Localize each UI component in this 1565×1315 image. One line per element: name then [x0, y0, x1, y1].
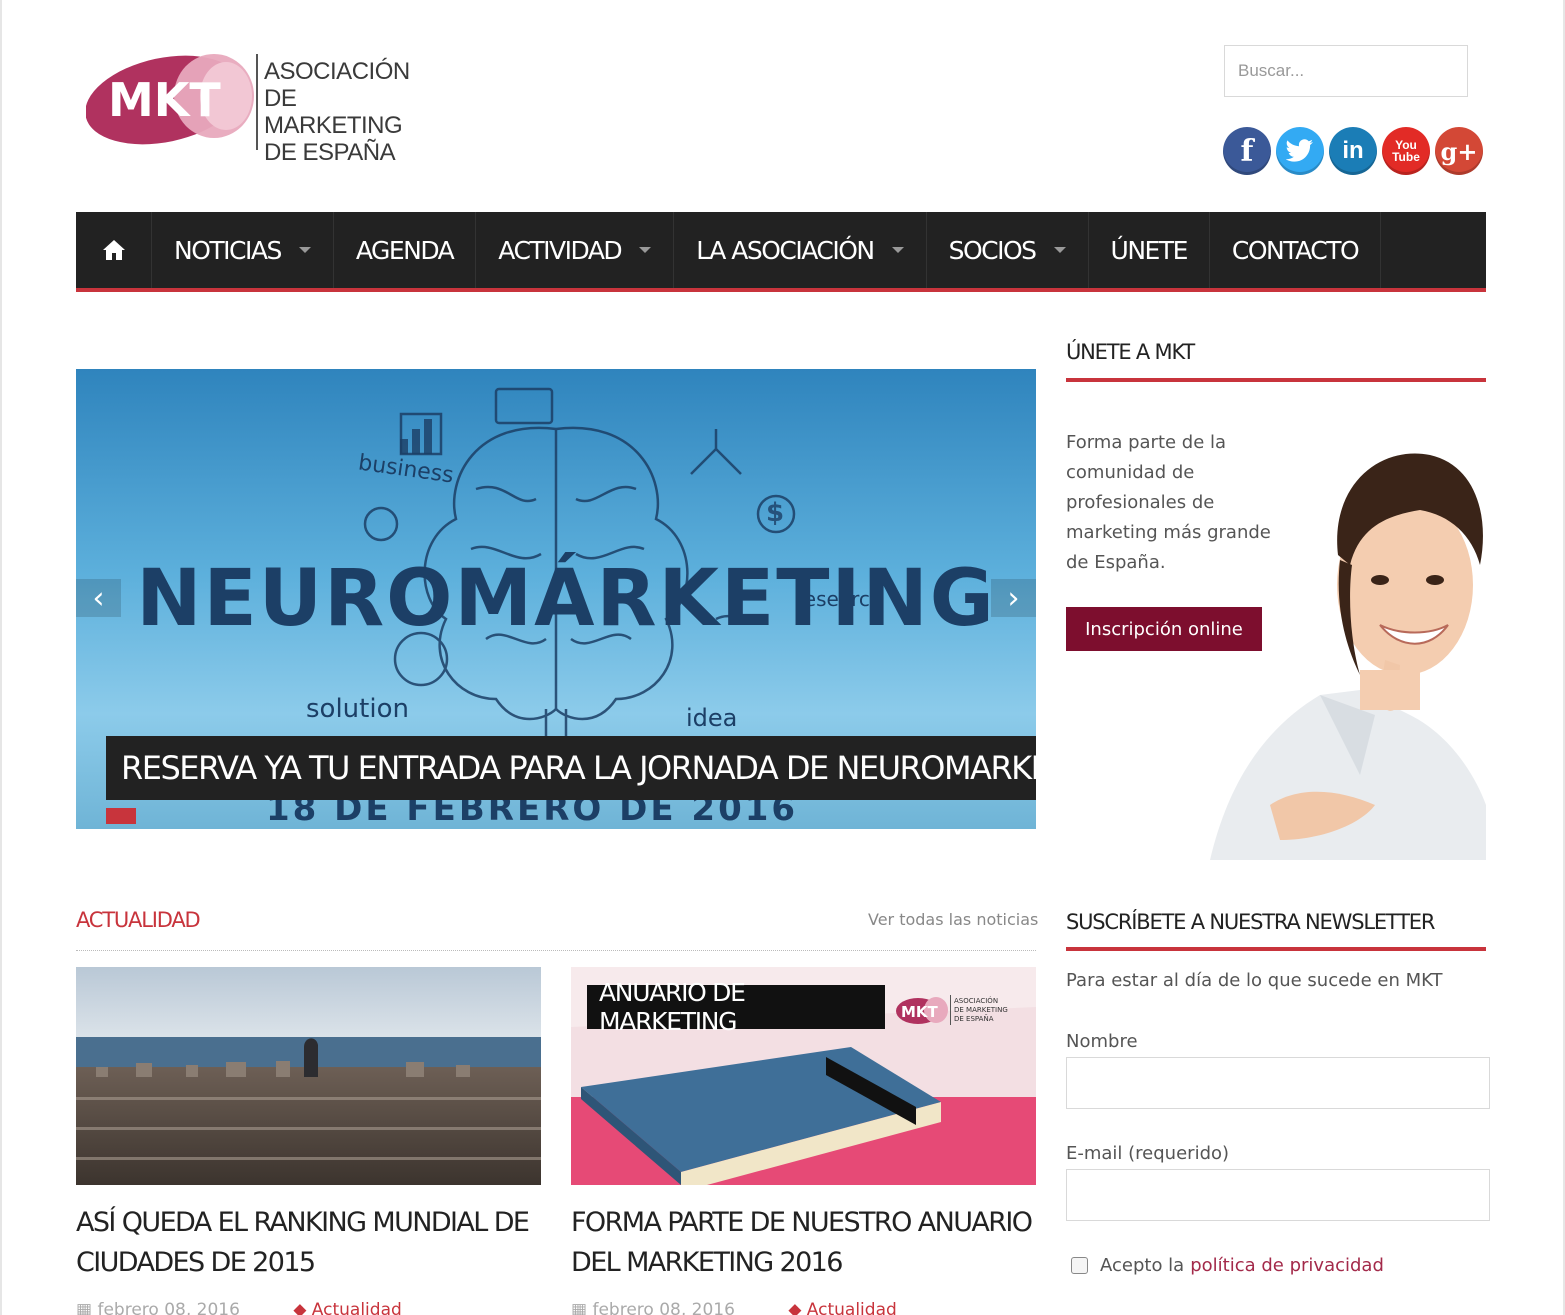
nav-item-unete[interactable]: ÚNETE: [1089, 212, 1210, 288]
search-input[interactable]: [1224, 45, 1468, 97]
email-field-label: E-mail (requerido): [1066, 1143, 1230, 1164]
google-plus-icon[interactable]: g+: [1435, 127, 1483, 175]
nav-item-socios[interactable]: SOCIOS: [927, 212, 1089, 288]
join-widget-title: ÚNETE A MKT: [1066, 340, 1195, 364]
chevron-down-icon: [639, 247, 652, 253]
nav-item-la-asociacion[interactable]: LA ASOCIACIÓN: [674, 212, 927, 288]
page-border-left: [0, 0, 2, 1315]
see-all-news-link[interactable]: Ver todas las noticias: [868, 910, 1038, 929]
consent-text: Acepto la: [1100, 1255, 1185, 1276]
news-card-1-category[interactable]: ◆ Actualidad: [293, 1300, 401, 1315]
name-field-label: Nombre: [1066, 1031, 1138, 1052]
news-card-2-date: febrero 08, 2016: [592, 1300, 735, 1315]
slider-headline-word: NEUROMÁRKETING: [136, 554, 996, 644]
social-links: f in You Tube g+: [1223, 127, 1483, 175]
site-logo[interactable]: MKT ASOCIACIÓN DE MARKETING DE ESPAÑA: [85, 50, 431, 166]
news-card-1-meta: ▦ febrero 08, 2016 ◆ Actualidad: [76, 1300, 402, 1315]
chevron-left-icon[interactable]: ‹: [76, 579, 121, 617]
news-card-2-image[interactable]: ANUARIO DE MARKETING MKT ASOCIACIÓN DE M…: [571, 967, 1036, 1185]
join-widget-rule: [1066, 378, 1486, 382]
nav-item-noticias[interactable]: NOTICIAS: [152, 212, 334, 288]
news-card-2-meta: ▦ febrero 08, 2016 ◆ Actualidad: [571, 1300, 897, 1315]
chevron-down-icon: [1053, 247, 1066, 253]
main-nav: NOTICIAS AGENDA ACTIVIDAD LA ASOCIACIÓN …: [76, 212, 1486, 292]
news-card-1-date: febrero 08, 2016: [97, 1300, 240, 1315]
calendar-icon: ▦: [76, 1300, 93, 1315]
tag-icon: ◆: [788, 1300, 807, 1315]
svg-text:DE ESPAÑA: DE ESPAÑA: [954, 1014, 994, 1023]
online-signup-button[interactable]: Inscripción online: [1066, 607, 1262, 651]
calendar-icon: ▦: [571, 1300, 588, 1315]
svg-text:ASOCIACIÓN: ASOCIACIÓN: [954, 996, 998, 1005]
linkedin-icon[interactable]: in: [1329, 127, 1377, 175]
logo-line-3: DE ESPAÑA: [264, 139, 396, 166]
logo-separator: [256, 54, 258, 150]
twitter-bird-glyph: [1286, 139, 1313, 162]
privacy-checkbox[interactable]: [1071, 1257, 1088, 1274]
svg-text:MKT: MKT: [108, 73, 221, 127]
tag-icon: ◆: [293, 1300, 312, 1315]
logo-line-1: ASOCIACIÓN: [264, 58, 410, 85]
twitter-icon[interactable]: [1276, 127, 1324, 175]
slider-pagination-dot[interactable]: [106, 808, 136, 824]
mkt-logo-mark: MKT: [85, 54, 254, 145]
privacy-policy-link[interactable]: política de privacidad: [1190, 1255, 1384, 1276]
anuario-banner: ANUARIO DE MARKETING: [587, 978, 885, 1036]
svg-text:MKT: MKT: [901, 1003, 939, 1021]
slider-label-idea: idea: [686, 704, 738, 732]
chevron-right-icon[interactable]: ›: [991, 579, 1036, 617]
name-field[interactable]: [1066, 1057, 1490, 1109]
logo-line-2: DE MARKETING: [264, 85, 403, 139]
slider-label-solution: solution: [306, 694, 409, 724]
news-card-1-image[interactable]: [76, 967, 541, 1185]
news-card-1-title[interactable]: ASÍ QUEDA EL RANKING MUNDIAL DE CIUDADES…: [76, 1203, 541, 1283]
chevron-down-icon: [298, 247, 311, 253]
chevron-down-icon: [891, 247, 904, 253]
city-skyline-image: [76, 967, 541, 1185]
news-section-title: ACTUALIDAD: [76, 908, 201, 932]
newsletter-intro: Para estar al día de lo que sucede en MK…: [1066, 970, 1443, 991]
logo-text: ASOCIACIÓN DE MARKETING DE ESPAÑA: [264, 58, 431, 166]
facebook-icon[interactable]: f: [1223, 127, 1271, 175]
hero-slider[interactable]: $ business solution idea research NEUROM…: [76, 369, 1036, 829]
nav-item-agenda[interactable]: AGENDA: [334, 212, 477, 288]
nav-item-contacto[interactable]: CONTACTO: [1210, 212, 1382, 288]
home-icon: [102, 240, 125, 260]
newsletter-widget-title: SUSCRÍBETE A NUESTRA NEWSLETTER: [1066, 910, 1435, 934]
nav-home[interactable]: [76, 212, 152, 288]
news-card-2-title[interactable]: FORMA PARTE DE NUESTRO ANUARIO DEL MARKE…: [571, 1203, 1036, 1283]
email-field[interactable]: [1066, 1169, 1490, 1221]
smiling-woman-image: [1210, 453, 1486, 860]
news-section-rule: [76, 950, 1036, 951]
youtube-icon[interactable]: You Tube: [1382, 127, 1430, 175]
svg-text:$: $: [766, 498, 784, 528]
svg-text:DE MARKETING: DE MARKETING: [954, 1006, 1008, 1014]
slider-caption[interactable]: RESERVA YA TU ENTRADA PARA LA JORNADA DE…: [106, 736, 1036, 800]
privacy-consent: Acepto la política de privacidad: [1071, 1255, 1384, 1276]
news-card-2-category[interactable]: ◆ Actualidad: [788, 1300, 896, 1315]
nav-item-actividad[interactable]: ACTIVIDAD: [476, 212, 675, 288]
newsletter-widget-rule: [1066, 947, 1486, 951]
mkt-small-logo: MKT ASOCIACIÓN DE MARKETING DE ESPAÑA: [896, 995, 1008, 1025]
